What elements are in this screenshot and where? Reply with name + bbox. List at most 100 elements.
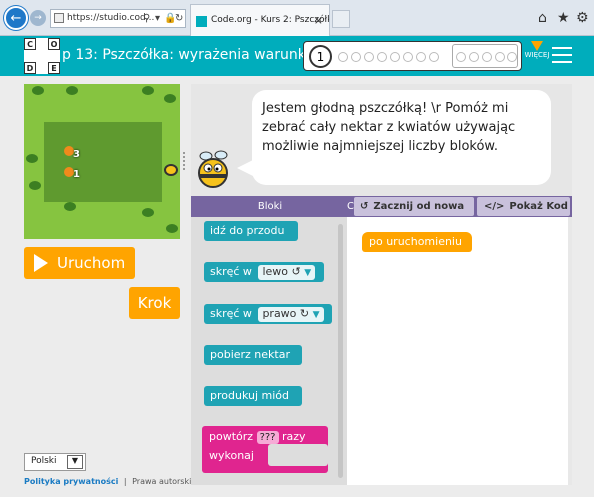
level-dot[interactable] xyxy=(469,52,479,62)
current-level-bubble[interactable]: 1 xyxy=(309,45,332,68)
hamburger-menu-icon[interactable] xyxy=(552,47,572,63)
more-arrow-icon xyxy=(531,41,543,51)
level-dot[interactable] xyxy=(377,52,387,62)
logo-letter: O xyxy=(48,38,60,50)
level-dot[interactable] xyxy=(364,52,374,62)
maze-path-area xyxy=(44,122,162,202)
turn-left-value: lewo xyxy=(262,265,288,278)
refresh-icon[interactable]: ↻ xyxy=(175,10,183,27)
run-button[interactable]: Uruchom xyxy=(24,247,135,279)
favorites-star-icon[interactable]: ★ xyxy=(557,10,570,26)
turn-direction-dropdown[interactable]: lewo ↺ ▼ xyxy=(258,265,316,280)
tab-title: Code.org - Kurs 2: Pszczółk... xyxy=(211,15,330,25)
forward-icon[interactable]: → xyxy=(30,10,46,26)
repeat-do-label: wykonaj xyxy=(209,449,254,462)
tree-icon xyxy=(32,86,44,95)
workspace-scrollbar[interactable] xyxy=(568,217,572,485)
chevron-down-icon: ▼ xyxy=(312,310,320,320)
block-move-forward[interactable]: idź do przodu xyxy=(204,221,298,241)
browser-tab[interactable]: Code.org - Kurs 2: Pszczółk... × xyxy=(190,4,330,36)
resize-handle[interactable] xyxy=(183,152,186,170)
level-dot[interactable] xyxy=(390,52,400,62)
workspace-header-extra: C xyxy=(347,201,354,212)
turn-prefix: skręć w xyxy=(210,307,252,320)
repeat-count-field[interactable]: ??? xyxy=(256,431,279,444)
restart-button[interactable]: ↺ Zacznij od nowa xyxy=(354,197,474,216)
logo-spacer xyxy=(48,50,60,62)
tree-icon xyxy=(142,86,154,95)
level-dot[interactable] xyxy=(416,52,426,62)
level-dot[interactable] xyxy=(351,52,361,62)
tree-icon xyxy=(26,154,38,163)
repeat-block-slot xyxy=(268,444,328,466)
instructions-bubble: Jestem głodną pszczółką! \r Pomóż mi zeb… xyxy=(252,90,551,185)
code-org-logo[interactable]: C O D E xyxy=(24,38,60,74)
page-title: p 13: Pszczółka: wyrażenia warunkowe xyxy=(62,47,334,63)
language-value: Polski xyxy=(31,456,57,466)
language-select[interactable]: Polski ▼ xyxy=(24,453,86,471)
settings-gear-icon[interactable]: ⚙ xyxy=(576,10,589,26)
logo-spacer xyxy=(36,50,48,62)
search-icon[interactable]: ⚲ xyxy=(143,10,150,27)
home-icon[interactable]: ⌂ xyxy=(538,10,547,26)
site-favicon-icon xyxy=(54,13,64,23)
level-dot[interactable] xyxy=(338,52,348,62)
new-tab-button[interactable] xyxy=(332,10,350,28)
block-turn-left[interactable]: skręć w lewo ↺ ▼ xyxy=(204,262,324,282)
bee-sprite-icon xyxy=(164,164,178,176)
privacy-link[interactable]: Polityka prywatności xyxy=(24,477,118,486)
rotate-left-icon: ↺ xyxy=(291,265,301,278)
tree-icon xyxy=(164,94,176,103)
logo-letter: E xyxy=(48,62,60,74)
code-icon: </> xyxy=(484,201,505,212)
restart-icon: ↺ xyxy=(360,201,369,212)
level-dot[interactable] xyxy=(456,52,466,62)
block-get-nectar[interactable]: pobierz nektar xyxy=(204,345,302,365)
level-dot[interactable] xyxy=(495,52,505,62)
workspace-canvas[interactable] xyxy=(347,217,572,485)
logo-spacer xyxy=(24,50,36,62)
tab-close-icon[interactable]: × xyxy=(314,14,323,27)
show-code-button[interactable]: </> Pokaż Kod xyxy=(477,197,570,216)
turn-prefix: skręć w xyxy=(210,265,252,278)
chevron-down-icon: ▼ xyxy=(304,268,312,278)
blocks-tab: Bloki xyxy=(257,201,283,212)
toolbox-scrollbar[interactable] xyxy=(338,224,343,478)
level-progress: 1 xyxy=(303,41,522,71)
level-group xyxy=(452,44,518,68)
chevron-down-icon: ▼ xyxy=(67,455,83,469)
repeat-suffix: razy xyxy=(282,430,306,443)
run-label: Uruchom xyxy=(57,254,126,272)
logo-spacer xyxy=(36,38,48,50)
step-button[interactable]: Krok xyxy=(129,287,180,319)
block-make-honey[interactable]: produkuj miód xyxy=(204,386,302,406)
level-dot[interactable] xyxy=(507,52,517,62)
copyright-link[interactable]: Prawa autorskie xyxy=(132,477,196,486)
play-icon xyxy=(34,254,48,272)
nectar-count: 1 xyxy=(73,169,80,180)
maze-canvas: 3 1 xyxy=(24,84,180,239)
show-code-label: Pokaż Kod xyxy=(509,201,568,212)
level-dot[interactable] xyxy=(482,52,492,62)
tree-icon xyxy=(29,181,41,190)
tab-favicon-icon xyxy=(196,16,207,27)
footer-separator: | xyxy=(123,477,127,486)
turn-direction-dropdown[interactable]: prawo ↻ ▼ xyxy=(258,307,324,322)
dropdown-icon[interactable]: ▾ xyxy=(155,10,160,27)
rotate-right-icon: ↻ xyxy=(299,307,310,320)
block-turn-right[interactable]: skręć w prawo ↻ ▼ xyxy=(204,304,332,324)
back-icon[interactable]: ← xyxy=(4,6,28,30)
more-label: WIĘCEJ xyxy=(524,51,550,59)
tree-icon xyxy=(142,208,154,217)
level-dot[interactable] xyxy=(403,52,413,62)
more-button[interactable]: WIĘCEJ xyxy=(522,40,552,70)
tree-icon xyxy=(64,202,76,211)
tree-icon xyxy=(166,224,178,233)
level-dot[interactable] xyxy=(429,52,439,62)
tree-icon xyxy=(66,86,78,95)
restart-label: Zacznij od nowa xyxy=(373,201,465,212)
address-bar[interactable]: https://studio.cod... ⚲ ▾ 🔒 ↻ xyxy=(50,9,186,28)
block-when-run[interactable]: po uruchomieniu xyxy=(362,232,472,252)
repeat-prefix: powtórz xyxy=(209,430,254,443)
footer: Polityka prywatności | Prawa autorskie xyxy=(24,477,196,486)
